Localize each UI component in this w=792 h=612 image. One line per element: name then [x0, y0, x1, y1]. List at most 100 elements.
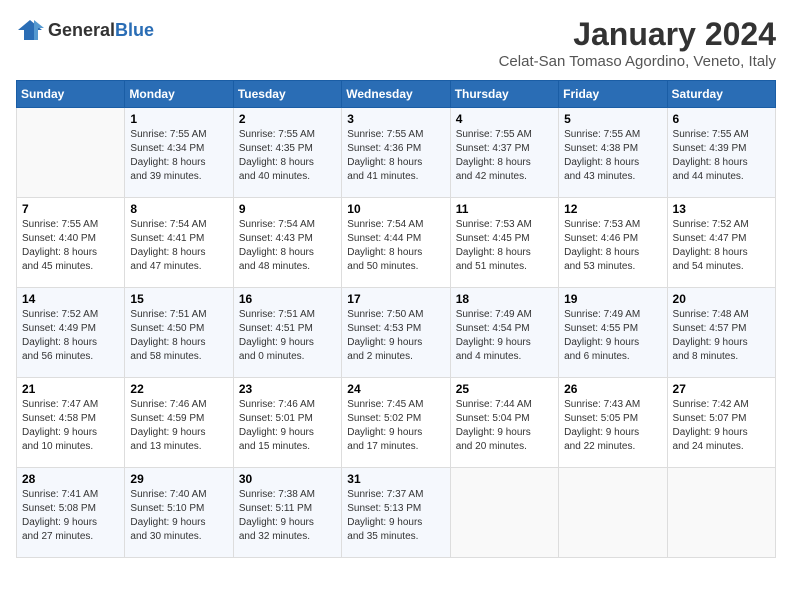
weekday-header-monday: Monday	[125, 81, 233, 108]
calendar-cell: 24 Sunrise: 7:45 AM Sunset: 5:02 PM Dayli…	[342, 378, 450, 468]
weekday-header-row: SundayMondayTuesdayWednesdayThursdayFrid…	[17, 81, 776, 108]
logo-text: GeneralBlue	[48, 20, 154, 41]
calendar-week-row: 28 Sunrise: 7:41 AM Sunset: 5:08 PM Dayli…	[17, 468, 776, 558]
calendar-cell: 18Sunrise: 7:49 AM Sunset: 4:54 PM Dayli…	[450, 288, 558, 378]
weekday-header-friday: Friday	[559, 81, 667, 108]
day-info: Sunrise: 7:49 AM Sunset: 4:55 PM Dayligh…	[564, 308, 661, 364]
calendar-cell	[667, 468, 775, 558]
logo-icon	[16, 16, 44, 44]
day-info: Sunrise: 7:47 AM Sunset: 4:58 PM Dayligh…	[22, 398, 119, 454]
day-number: 20	[673, 292, 770, 306]
day-info: Sunrise: 7:48 AM Sunset: 4:57 PM Dayligh…	[673, 308, 770, 364]
calendar-cell: 28 Sunrise: 7:41 AM Sunset: 5:08 PM Dayli…	[17, 468, 125, 558]
day-info: Sunrise: 7:51 AM Sunset: 4:50 PM Dayligh…	[130, 308, 227, 364]
day-info: Sunrise: 7:52 AM Sunset: 4:47 PM Dayligh…	[673, 218, 770, 274]
calendar-cell: 19 Sunrise: 7:49 AM Sunset: 4:55 PM Dayli…	[559, 288, 667, 378]
calendar-cell: 27 Sunrise: 7:42 AM Sunset: 5:07 PM Dayli…	[667, 378, 775, 468]
calendar-week-row: 1Sunrise: 7:55 AM Sunset: 4:34 PM Daylig…	[17, 108, 776, 198]
day-number: 7	[22, 202, 119, 216]
day-info: Sunrise: 7:54 AM Sunset: 4:44 PM Dayligh…	[347, 218, 444, 274]
calendar-week-row: 7 Sunrise: 7:55 AM Sunset: 4:40 PM Daylig…	[17, 198, 776, 288]
calendar-cell: 12Sunrise: 7:53 AM Sunset: 4:46 PM Dayli…	[559, 198, 667, 288]
calendar-cell	[559, 468, 667, 558]
day-info: Sunrise: 7:52 AM Sunset: 4:49 PM Dayligh…	[22, 308, 119, 364]
day-number: 9	[239, 202, 336, 216]
calendar-cell: 14Sunrise: 7:52 AM Sunset: 4:49 PM Dayli…	[17, 288, 125, 378]
calendar-cell: 6Sunrise: 7:55 AM Sunset: 4:39 PM Daylig…	[667, 108, 775, 198]
day-number: 3	[347, 112, 444, 126]
day-number: 2	[239, 112, 336, 126]
calendar-cell	[17, 108, 125, 198]
day-info: Sunrise: 7:45 AM Sunset: 5:02 PM Dayligh…	[347, 398, 444, 454]
day-info: Sunrise: 7:37 AM Sunset: 5:13 PM Dayligh…	[347, 488, 444, 544]
day-info: Sunrise: 7:44 AM Sunset: 5:04 PM Dayligh…	[456, 398, 553, 454]
day-info: Sunrise: 7:55 AM Sunset: 4:38 PM Dayligh…	[564, 128, 661, 184]
calendar-cell: 26 Sunrise: 7:43 AM Sunset: 5:05 PM Dayli…	[559, 378, 667, 468]
day-number: 19	[564, 292, 661, 306]
day-number: 12	[564, 202, 661, 216]
day-info: Sunrise: 7:50 AM Sunset: 4:53 PM Dayligh…	[347, 308, 444, 364]
weekday-header-wednesday: Wednesday	[342, 81, 450, 108]
day-info: Sunrise: 7:55 AM Sunset: 4:34 PM Dayligh…	[130, 128, 227, 184]
day-number: 13	[673, 202, 770, 216]
day-number: 21	[22, 382, 119, 396]
month-title: January 2024	[499, 16, 776, 53]
day-number: 18	[456, 292, 553, 306]
calendar-week-row: 14Sunrise: 7:52 AM Sunset: 4:49 PM Dayli…	[17, 288, 776, 378]
weekday-header-saturday: Saturday	[667, 81, 775, 108]
title-area: January 2024 Celat-San Tomaso Agordino, …	[499, 16, 776, 70]
day-info: Sunrise: 7:51 AM Sunset: 4:51 PM Dayligh…	[239, 308, 336, 364]
logo-general: General	[48, 20, 115, 40]
day-info: Sunrise: 7:43 AM Sunset: 5:05 PM Dayligh…	[564, 398, 661, 454]
calendar-cell: 3 Sunrise: 7:55 AM Sunset: 4:36 PM Daylig…	[342, 108, 450, 198]
calendar-cell: 7 Sunrise: 7:55 AM Sunset: 4:40 PM Daylig…	[17, 198, 125, 288]
calendar-cell: 22Sunrise: 7:46 AM Sunset: 4:59 PM Dayli…	[125, 378, 233, 468]
day-number: 5	[564, 112, 661, 126]
day-info: Sunrise: 7:54 AM Sunset: 4:43 PM Dayligh…	[239, 218, 336, 274]
day-number: 29	[130, 472, 227, 486]
day-info: Sunrise: 7:55 AM Sunset: 4:37 PM Dayligh…	[456, 128, 553, 184]
weekday-header-tuesday: Tuesday	[233, 81, 341, 108]
page-header: GeneralBlue January 2024 Celat-San Tomas…	[16, 16, 776, 70]
day-info: Sunrise: 7:54 AM Sunset: 4:41 PM Dayligh…	[130, 218, 227, 274]
calendar-cell	[450, 468, 558, 558]
day-number: 25	[456, 382, 553, 396]
day-number: 8	[130, 202, 227, 216]
day-info: Sunrise: 7:38 AM Sunset: 5:11 PM Dayligh…	[239, 488, 336, 544]
day-number: 4	[456, 112, 553, 126]
day-number: 26	[564, 382, 661, 396]
calendar-cell: 2 Sunrise: 7:55 AM Sunset: 4:35 PM Daylig…	[233, 108, 341, 198]
calendar-cell: 9 Sunrise: 7:54 AM Sunset: 4:43 PM Daylig…	[233, 198, 341, 288]
day-info: Sunrise: 7:40 AM Sunset: 5:10 PM Dayligh…	[130, 488, 227, 544]
calendar-cell: 13 Sunrise: 7:52 AM Sunset: 4:47 PM Dayli…	[667, 198, 775, 288]
day-info: Sunrise: 7:55 AM Sunset: 4:39 PM Dayligh…	[673, 128, 770, 184]
calendar-cell: 29 Sunrise: 7:40 AM Sunset: 5:10 PM Dayli…	[125, 468, 233, 558]
day-number: 31	[347, 472, 444, 486]
day-info: Sunrise: 7:55 AM Sunset: 4:35 PM Dayligh…	[239, 128, 336, 184]
day-number: 28	[22, 472, 119, 486]
day-info: Sunrise: 7:55 AM Sunset: 4:40 PM Dayligh…	[22, 218, 119, 274]
calendar-cell: 11Sunrise: 7:53 AM Sunset: 4:45 PM Dayli…	[450, 198, 558, 288]
calendar-cell: 16 Sunrise: 7:51 AM Sunset: 4:51 PM Dayli…	[233, 288, 341, 378]
day-number: 16	[239, 292, 336, 306]
day-info: Sunrise: 7:46 AM Sunset: 4:59 PM Dayligh…	[130, 398, 227, 454]
calendar-cell: 30 Sunrise: 7:38 AM Sunset: 5:11 PM Dayli…	[233, 468, 341, 558]
day-info: Sunrise: 7:41 AM Sunset: 5:08 PM Dayligh…	[22, 488, 119, 544]
location-title: Celat-San Tomaso Agordino, Veneto, Italy	[499, 53, 776, 70]
calendar-cell: 10Sunrise: 7:54 AM Sunset: 4:44 PM Dayli…	[342, 198, 450, 288]
calendar-cell: 23Sunrise: 7:46 AM Sunset: 5:01 PM Dayli…	[233, 378, 341, 468]
calendar-cell: 21 Sunrise: 7:47 AM Sunset: 4:58 PM Dayli…	[17, 378, 125, 468]
day-number: 27	[673, 382, 770, 396]
day-info: Sunrise: 7:55 AM Sunset: 4:36 PM Dayligh…	[347, 128, 444, 184]
day-info: Sunrise: 7:42 AM Sunset: 5:07 PM Dayligh…	[673, 398, 770, 454]
calendar-table: SundayMondayTuesdayWednesdayThursdayFrid…	[16, 80, 776, 558]
calendar-cell: 25 Sunrise: 7:44 AM Sunset: 5:04 PM Dayli…	[450, 378, 558, 468]
day-number: 15	[130, 292, 227, 306]
day-number: 24	[347, 382, 444, 396]
day-number: 30	[239, 472, 336, 486]
weekday-header-thursday: Thursday	[450, 81, 558, 108]
logo-blue: Blue	[115, 20, 154, 40]
day-number: 17	[347, 292, 444, 306]
logo: GeneralBlue	[16, 16, 154, 44]
calendar-cell: 4 Sunrise: 7:55 AM Sunset: 4:37 PM Daylig…	[450, 108, 558, 198]
